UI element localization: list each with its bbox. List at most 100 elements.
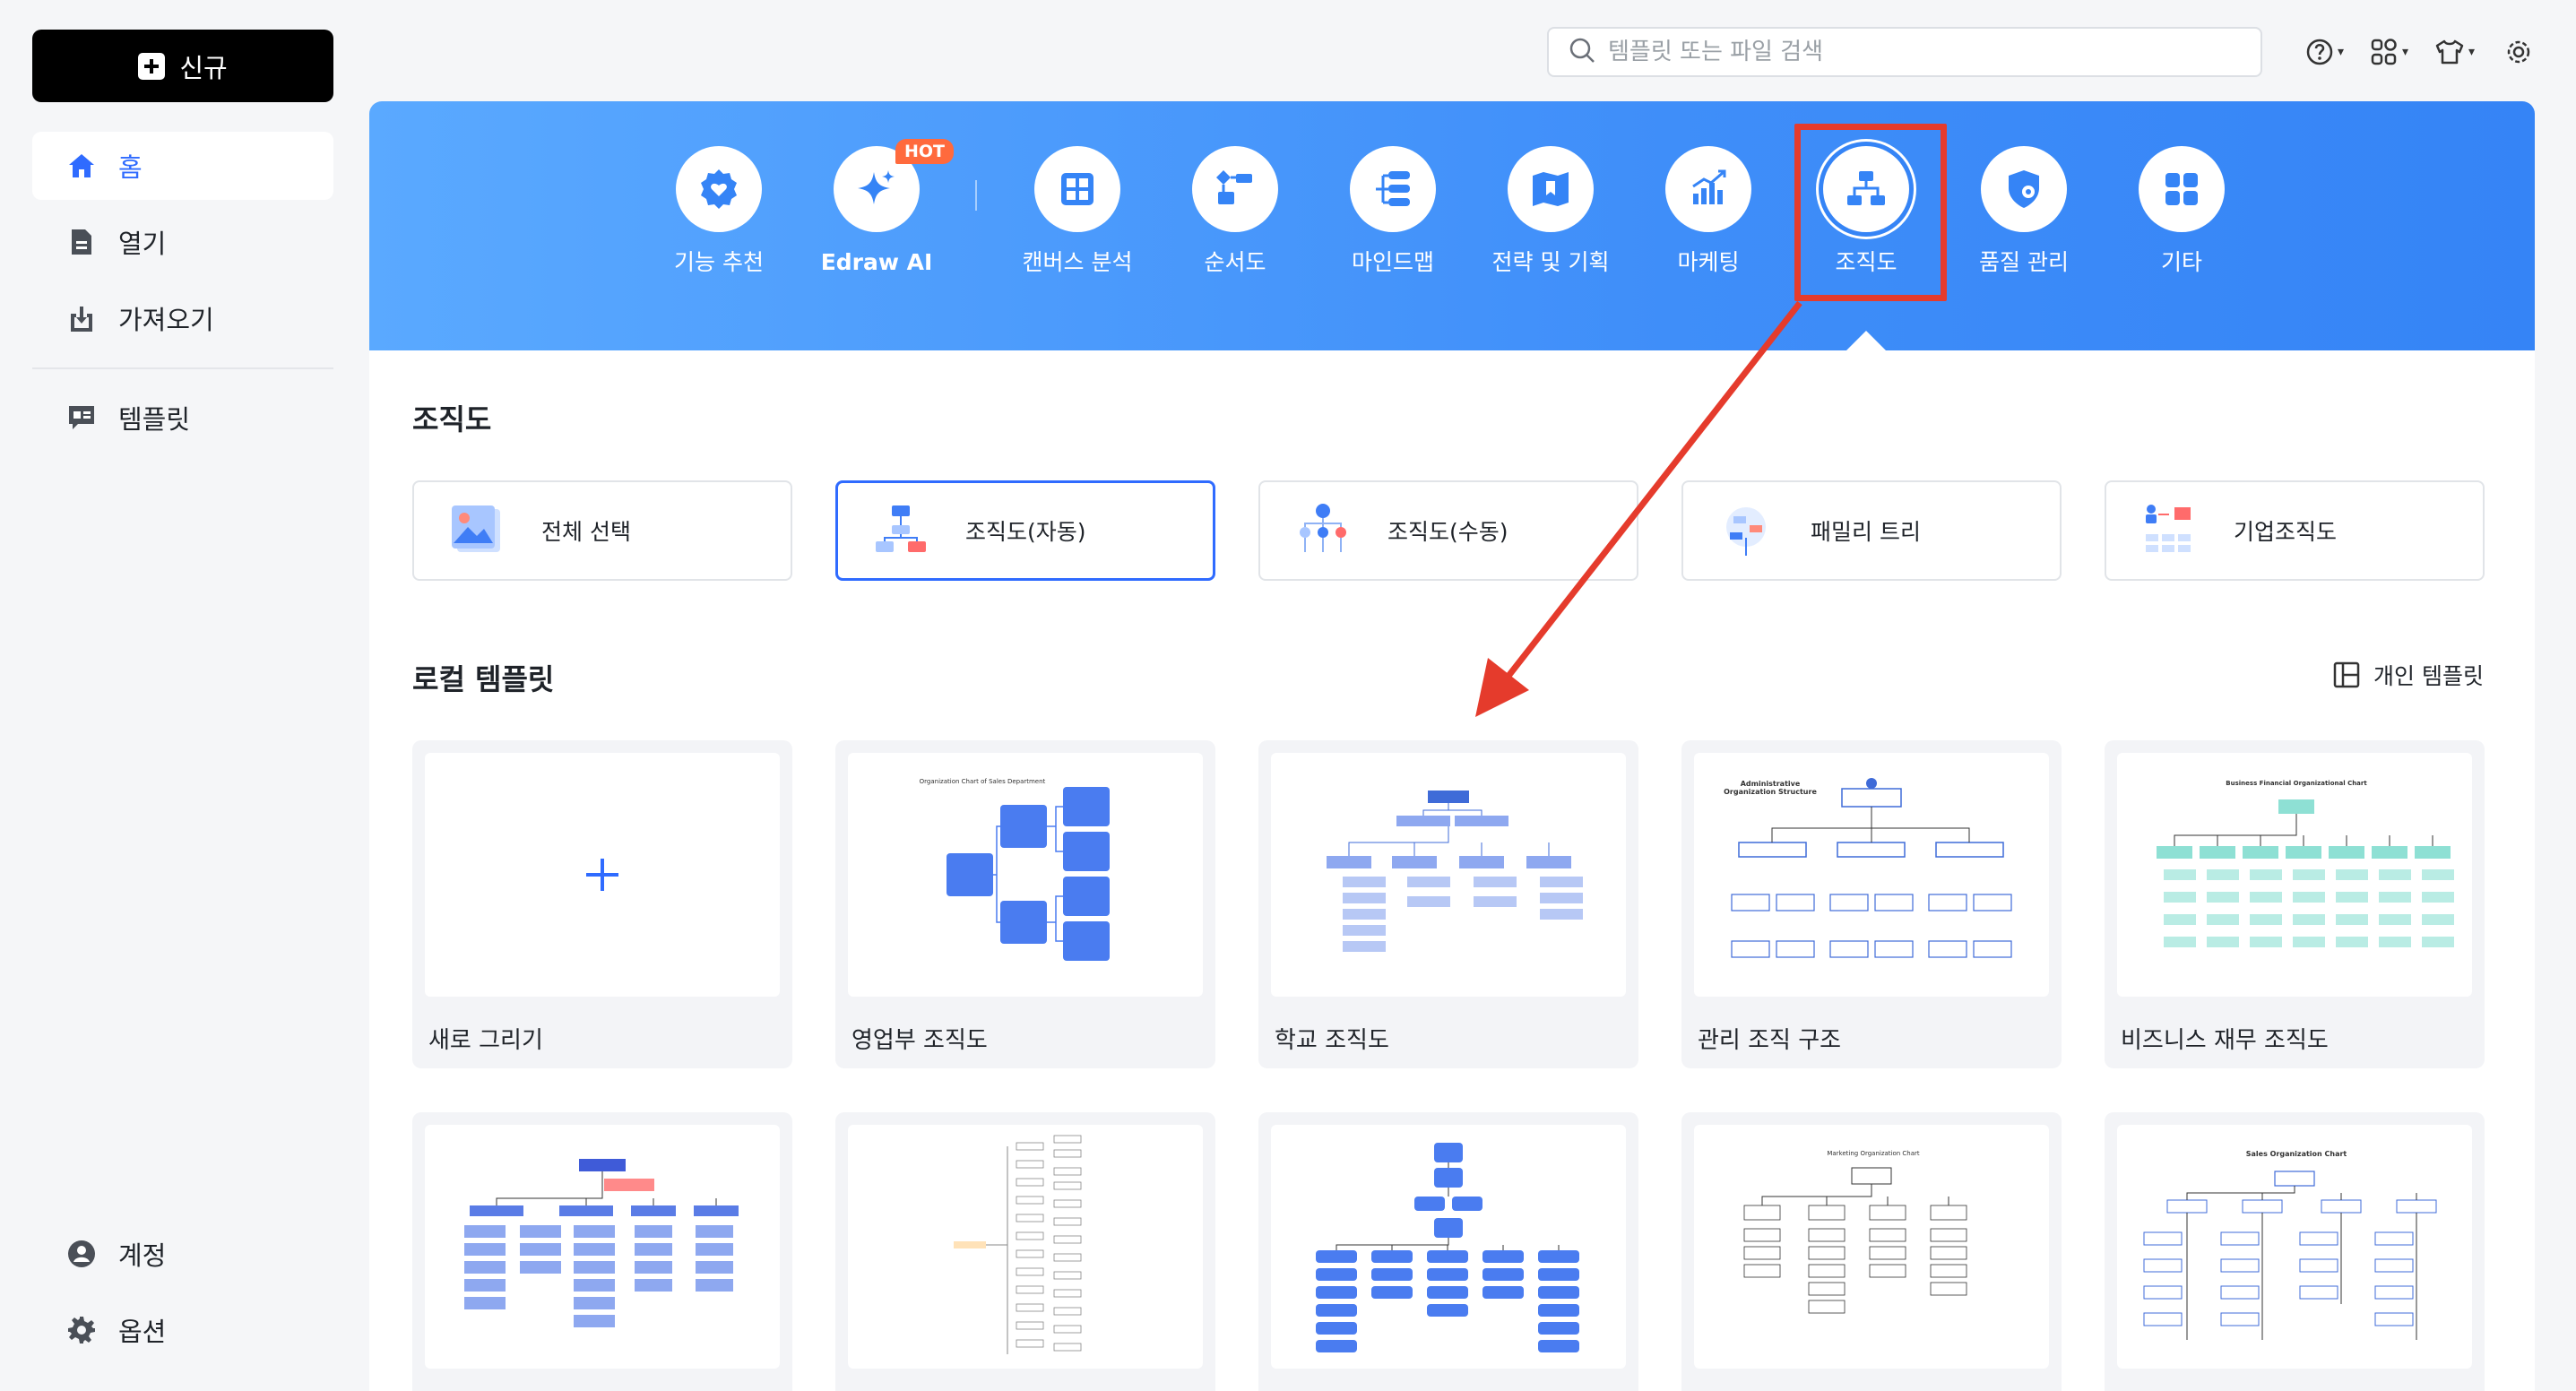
plus-square-icon (138, 52, 166, 80)
family-tree-icon (1717, 502, 1775, 559)
vertical-org-thumbnail (1316, 1143, 1579, 1352)
flowchart-icon (1192, 146, 1278, 232)
sidebar-item-open[interactable]: 열기 (32, 208, 333, 276)
org-chart-thumbnail (464, 1159, 739, 1327)
template-name: 학교 조직도 (1275, 1027, 1389, 1054)
subcategory-label: 조직도(자동) (965, 519, 1086, 545)
section-title: 조직도 (412, 402, 492, 436)
category-label: 품질 관리 (1979, 249, 2069, 275)
sidebar-item-options[interactable]: 옵션 (32, 1296, 333, 1364)
help-menu-button[interactable]: ▾ (2305, 34, 2344, 70)
template-preview: Organization Chart of Sales Department (848, 753, 1203, 997)
settings-button[interactable] (2504, 34, 2533, 70)
preview-title: Organization Chart of Sales Department (919, 778, 1046, 785)
verified-heart-icon (676, 146, 762, 232)
template-name: 새로 그리기 (428, 1027, 543, 1054)
sidebar-item-account[interactable]: 계정 (32, 1220, 333, 1288)
category-label: 기능 추천 (674, 249, 764, 275)
gear-icon (66, 1315, 97, 1345)
subcategory-label: 기업조직도 (2234, 519, 2338, 545)
template-card[interactable]: Marketing Organization Chart (1681, 1112, 2062, 1391)
category-banner: 기능 추천 HOT Edraw AI 캔버스 분석 순서도 마인드맵 전략 및 … (369, 101, 2535, 354)
category-recommended[interactable]: 기능 추천 (643, 146, 795, 276)
template-card-new[interactable]: 새로 그리기 (412, 740, 792, 1068)
search-input[interactable] (1608, 39, 2235, 65)
mindmap-icon (1350, 146, 1436, 232)
hot-badge: HOT (895, 139, 955, 164)
app-grid-icon (2371, 39, 2397, 65)
template-card-finance-org[interactable]: Business Financial Organizational Chart … (2105, 740, 2485, 1068)
apps-menu-button[interactable]: ▾ (2370, 34, 2408, 70)
template-preview: Marketing Organization Chart (1694, 1125, 2049, 1369)
search-box[interactable] (1547, 27, 2262, 77)
new-button-label: 신규 (179, 52, 228, 83)
subcategory-org-manual[interactable]: 조직도(수동) (1258, 480, 1638, 581)
category-label: 전략 및 기획 (1491, 249, 1610, 275)
subcategory-label: 조직도(수동) (1387, 519, 1508, 545)
sidebar-item-label: 가져오기 (118, 305, 214, 335)
subcategory-org-auto[interactable]: 조직도(자동) (835, 480, 1215, 581)
import-icon (66, 303, 97, 333)
new-button[interactable]: 신규 (32, 30, 333, 102)
sidebar-item-import[interactable]: 가져오기 (32, 284, 333, 352)
app-window: 신규 홈 열기 가져오기 템플릿 계정 옵션 템플릿 또는 파일 검색 ▾ ▾ … (0, 0, 2576, 1391)
main-panel: 기능 추천 HOT Edraw AI 캔버스 분석 순서도 마인드맵 전략 및 … (369, 101, 2535, 1391)
finance-org-chart-thumbnail (2157, 799, 2454, 947)
category-label: 캔버스 분석 (1022, 249, 1133, 275)
preview-title: Marketing Organization Chart (1827, 1150, 1920, 1157)
theme-menu-button[interactable]: ▾ (2434, 34, 2475, 70)
category-canvas-analysis[interactable]: 캔버스 분석 (1001, 146, 1154, 276)
template-card-school-org[interactable]: 학교 조직도 (1258, 740, 1638, 1068)
category-marketing[interactable]: 마케팅 (1632, 146, 1785, 276)
template-preview (1271, 1125, 1626, 1369)
template-name: 영업부 조직도 (851, 1027, 988, 1054)
template-preview (425, 753, 780, 997)
category-separator (975, 180, 977, 211)
search-icon (1569, 37, 1595, 67)
template-card-admin-org[interactable]: Administrative Organization Structure 관리… (1681, 740, 2062, 1068)
template-preview: Business Financial Organizational Chart (2117, 753, 2472, 997)
template-chat-icon (66, 402, 97, 433)
category-flowchart[interactable]: 순서도 (1159, 146, 1311, 276)
template-card-sales-org[interactable]: Organization Chart of Sales Department 영… (835, 740, 1215, 1068)
template-preview (848, 1125, 1203, 1369)
chevron-down-icon: ▾ (2338, 45, 2345, 59)
map-icon (1508, 146, 1594, 232)
category-label: 마케팅 (1677, 249, 1740, 275)
template-name: 비즈니스 재무 조직도 (2121, 1027, 2329, 1054)
sidebar-item-label: 계정 (118, 1240, 167, 1271)
template-card[interactable]: Sales Organization Chart (2105, 1112, 2485, 1391)
subcategory-family-tree[interactable]: 패밀리 트리 (1681, 480, 2062, 581)
category-edraw-ai[interactable]: HOT Edraw AI (800, 139, 955, 276)
personal-templates-link[interactable]: 개인 템플릿 (2332, 659, 2484, 691)
sidebar-item-label: 열기 (118, 229, 167, 259)
category-mindmap[interactable]: 마인드맵 (1317, 146, 1469, 276)
subcategory-label: 패밀리 트리 (1811, 519, 1921, 545)
category-other[interactable]: 기타 (2105, 146, 2258, 276)
subcategory-select-all[interactable]: 전체 선택 (412, 480, 792, 581)
template-card[interactable] (835, 1112, 1215, 1391)
plus-icon (586, 859, 618, 891)
template-card[interactable] (1258, 1112, 1638, 1391)
org-chart-auto-icon (872, 502, 929, 559)
account-icon (66, 1239, 97, 1269)
canvas-grid-icon (1034, 146, 1120, 232)
sidebar-item-templates[interactable]: 템플릿 (32, 384, 333, 452)
template-preview (1271, 753, 1626, 997)
category-label: 기타 (2160, 249, 2202, 275)
chevron-down-icon: ▾ (2402, 45, 2409, 59)
category-strategy[interactable]: 전략 및 기획 (1474, 146, 1627, 276)
selected-pointer (1843, 331, 1889, 354)
sidebar-item-label: 템플릿 (118, 404, 191, 435)
sales-org-chart-thumbnail (947, 787, 1110, 961)
layout-panel-icon (2333, 661, 2360, 688)
subcategory-enterprise[interactable]: 기업조직도 (2105, 480, 2485, 581)
preview-title: Business Financial Organizational Chart (2226, 780, 2367, 787)
template-preview: Administrative Organization Structure (1694, 753, 2049, 997)
template-card[interactable] (412, 1112, 792, 1391)
shirt-icon (2435, 39, 2464, 65)
apps-icon (2139, 146, 2225, 232)
category-quality[interactable]: 품질 관리 (1948, 146, 2100, 276)
local-templates-title: 로컬 템플릿 (412, 662, 555, 696)
sidebar-item-home[interactable]: 홈 (32, 132, 333, 200)
